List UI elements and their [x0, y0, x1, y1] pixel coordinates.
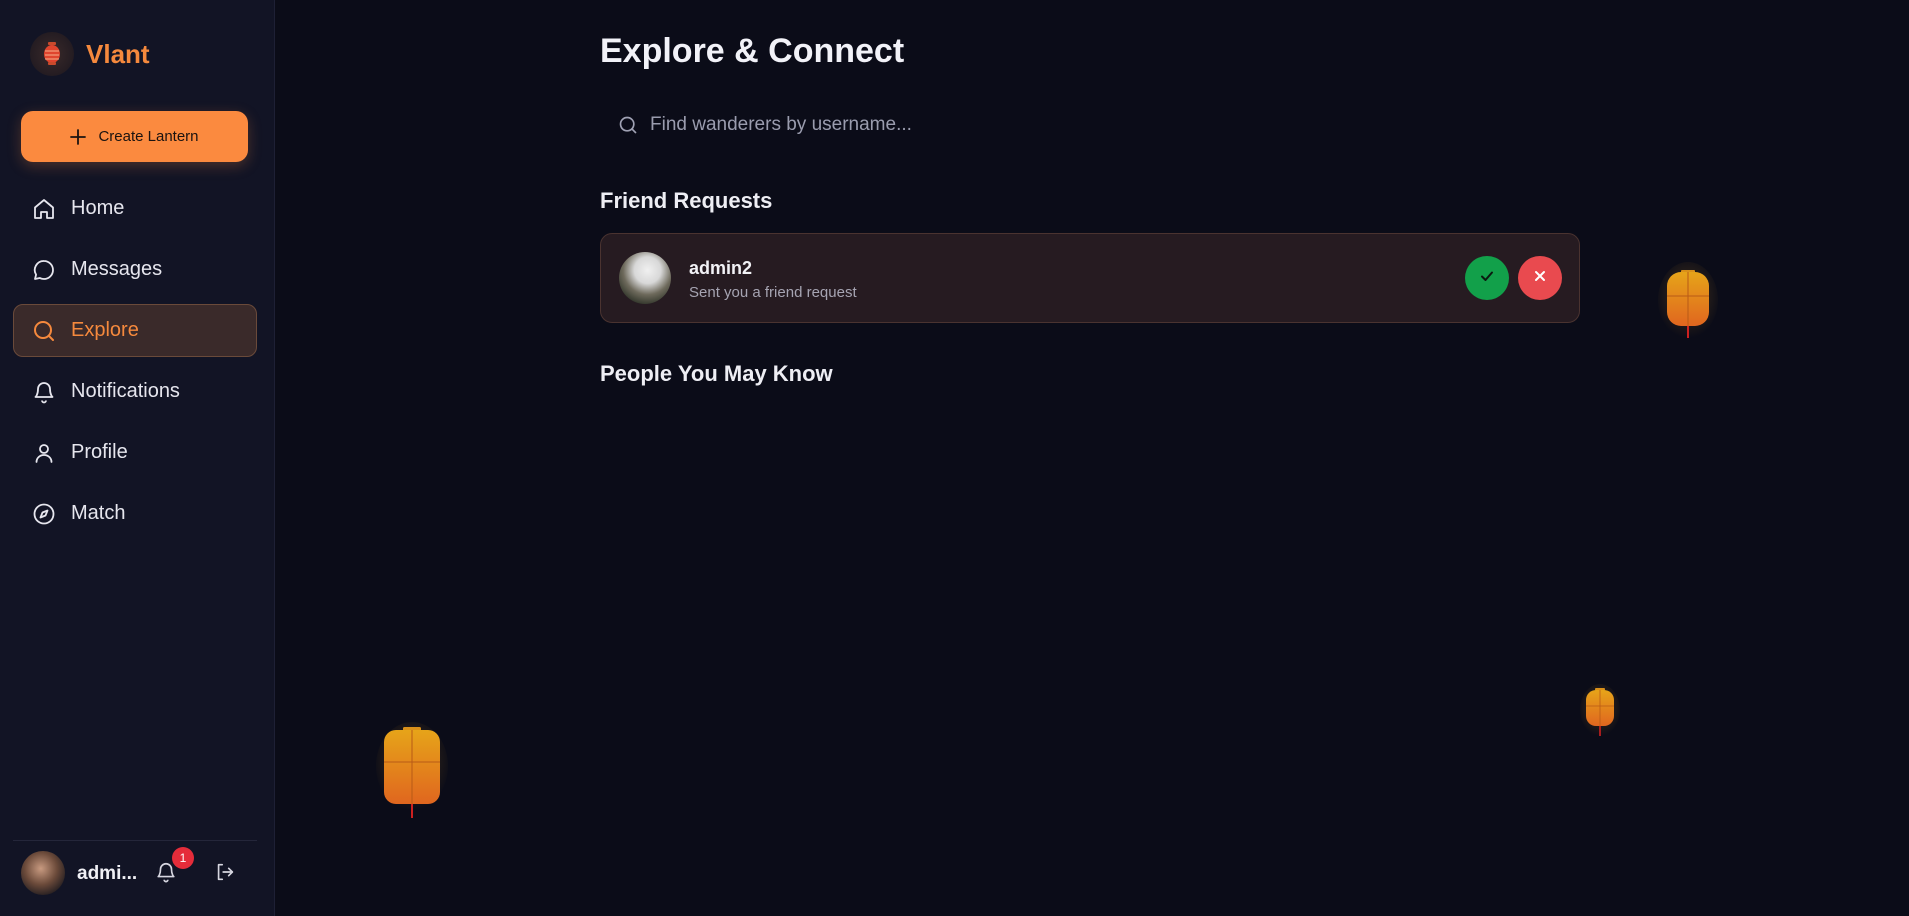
user-icon — [31, 440, 57, 466]
home-icon — [31, 196, 57, 222]
accept-request-button[interactable] — [1465, 256, 1509, 300]
sidebar-item-messages[interactable]: Messages — [13, 243, 257, 296]
sidebar-item-home[interactable]: Home — [13, 182, 257, 235]
user-name: admi... — [77, 863, 138, 884]
page-title: Explore & Connect — [600, 32, 905, 70]
logout-icon[interactable] — [214, 861, 238, 885]
create-lantern-label: Create Lantern — [98, 128, 199, 145]
avatar[interactable] — [21, 851, 65, 895]
requester-name[interactable]: admin2 — [689, 258, 752, 279]
bell-icon — [31, 379, 57, 405]
plus-icon — [70, 128, 87, 145]
sidebar-item-label: Profile — [71, 441, 128, 463]
search-icon — [31, 318, 57, 344]
user-panel: admi... 1 — [13, 840, 257, 916]
friend-request-card: admin2 Sent you a friend request — [600, 233, 1580, 323]
search-input[interactable] — [650, 114, 1150, 136]
lantern-logo-icon — [30, 32, 74, 76]
sidebar-item-explore[interactable]: Explore — [13, 304, 257, 357]
sidebar-item-label: Match — [71, 502, 126, 524]
search-icon — [618, 115, 638, 135]
sidebar-nav: Home Messages Explore Notifications Prof… — [13, 182, 257, 548]
floating-lantern-icon — [376, 722, 448, 827]
floating-lantern-icon — [1658, 262, 1718, 349]
floating-lantern-icon — [1580, 684, 1620, 745]
compass-icon — [31, 501, 57, 527]
brand-name: Vlant — [86, 38, 150, 69]
avatar[interactable] — [619, 252, 671, 304]
notification-badge: 1 — [172, 847, 194, 869]
sidebar: Vlant Create Lantern Home Messages Explo… — [0, 0, 275, 916]
sidebar-item-label: Home — [71, 197, 125, 219]
sidebar-item-label: Explore — [71, 319, 139, 341]
friend-requests-heading: Friend Requests — [600, 188, 773, 213]
sidebar-item-notifications[interactable]: Notifications — [13, 365, 257, 418]
search-bar — [600, 104, 1200, 146]
message-icon — [31, 257, 57, 283]
sidebar-item-profile[interactable]: Profile — [13, 426, 257, 479]
sidebar-item-match[interactable]: Match — [13, 487, 257, 540]
brand[interactable]: Vlant — [30, 32, 150, 76]
reject-request-button[interactable] — [1518, 256, 1562, 300]
request-subtitle: Sent you a friend request — [689, 284, 857, 301]
check-icon — [1479, 268, 1495, 289]
people-you-may-know-heading: People You May Know — [600, 361, 833, 386]
sidebar-item-label: Notifications — [71, 380, 180, 402]
create-lantern-button[interactable]: Create Lantern — [21, 111, 248, 162]
sidebar-item-label: Messages — [71, 258, 163, 280]
close-icon — [1533, 269, 1547, 288]
